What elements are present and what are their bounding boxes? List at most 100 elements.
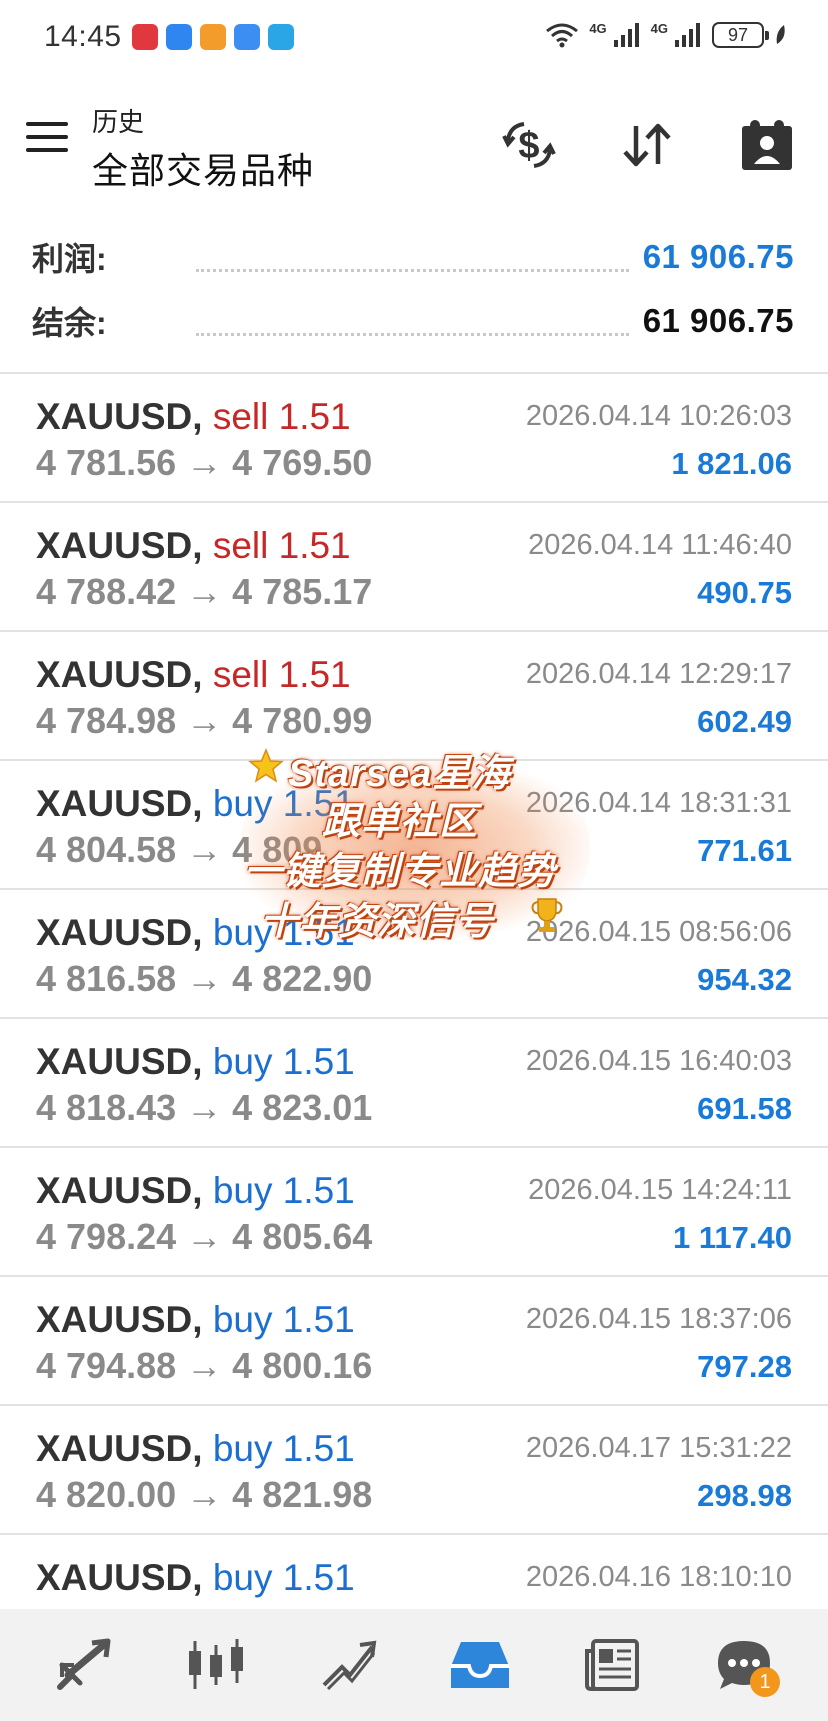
deal-volume: 1.51 [278,654,351,695]
messages-badge: 1 [750,1667,780,1697]
deal-row[interactable]: XAUUSD, buy 1.51 4 820.00 → 4 821.98 202… [0,1406,828,1535]
deal-type: buy [212,1557,273,1598]
deal-type: buy [212,1041,273,1082]
chart-icon[interactable] [176,1625,256,1705]
deal-row[interactable]: XAUUSD, buy 1.51 4 816.58 → 4 822.90 202… [0,890,828,1019]
deal-prices: 4 798.24 → 4 805.64 [36,1216,373,1257]
deal-list: XAUUSD, sell 1.51 4 781.56 → 4 769.50 20… [0,374,828,1664]
deal-profit: 797.28 [697,1349,792,1384]
profit-value: 61 906.75 [642,238,794,275]
deal-time: 2026.04.17 15:31:22 [525,1432,792,1464]
signal-type-label: 4G [589,20,607,36]
deal-profit: 1 821.06 [671,446,792,481]
signal-type-label: 4G [650,20,668,36]
deal-symbol: XAUUSD, buy 1.51 [36,783,355,824]
quotes-icon[interactable] [44,1625,124,1705]
leaf-icon [776,25,785,44]
deal-prices: 4 818.43 → 4 823.01 [36,1087,373,1128]
deal-volume: 1.51 [282,1041,355,1082]
history-summary: 利润: 61 906.75 结余: 61 906.75 [0,226,828,374]
deal-time: 2026.04.15 14:24:11 [528,1174,792,1206]
balance-label: 结余: [32,305,107,341]
deal-time: 2026.04.16 18:10:10 [525,1561,792,1593]
chat-app-icon [166,24,192,50]
cloud-app-icon [234,24,260,50]
currency-exchange-icon[interactable]: $ [498,114,560,176]
deal-symbol: XAUUSD, sell 1.51 [36,396,351,437]
dotted-leader [196,306,629,336]
deal-symbol: XAUUSD, buy 1.51 [36,912,355,953]
deal-profit: 602.49 [697,704,792,739]
profit-row: 利润: 61 906.75 [32,232,794,282]
deal-prices: 4 781.56 → 4 769.50 [36,442,373,483]
map-app-icon [268,24,294,50]
deal-time: 2026.04.14 18:31:31 [525,787,792,819]
status-time: 14:45 [44,20,122,53]
deal-volume: 1.51 [282,1299,355,1340]
deal-prices: 4 820.00 → 4 821.98 [36,1474,373,1515]
status-app-icons [132,24,294,50]
deal-row[interactable]: XAUUSD, sell 1.51 4 784.98 → 4 780.99 20… [0,632,828,761]
trade-icon[interactable] [308,1625,388,1705]
signal-bars-icon [675,23,700,47]
header-title[interactable]: 全部交易品种 [92,142,314,194]
app-header: 历史 全部交易品种 $ [0,88,828,198]
deal-time: 2026.04.15 08:56:06 [525,916,792,948]
deal-type: sell [212,396,269,437]
wifi-icon [546,23,579,48]
deal-row[interactable]: XAUUSD, sell 1.51 4 781.56 → 4 769.50 20… [0,374,828,503]
deal-symbol: XAUUSD, buy 1.51 [36,1170,355,1211]
deal-time: 2026.04.14 12:29:17 [525,658,792,690]
svg-text:$: $ [518,125,539,167]
status-bar: 14:45 4G 4G 97 [0,0,828,78]
deal-volume: 1.51 [282,783,355,824]
deal-row[interactable]: XAUUSD, buy 1.51 4 798.24 → 4 805.64 202… [0,1148,828,1277]
deal-profit: 490.75 [697,575,792,610]
bottom-navigation: 1 [0,1609,828,1721]
messages-icon[interactable]: 1 [704,1625,784,1705]
deal-volume: 1.51 [282,1170,355,1211]
deal-volume: 1.51 [282,1428,355,1469]
video-app-icon [200,24,226,50]
balance-value: 61 906.75 [642,302,794,339]
deal-profit: 298.98 [697,1478,792,1513]
balance-row: 结余: 61 906.75 [32,296,794,346]
deal-volume: 1.51 [282,1557,355,1598]
deal-type: sell [212,654,269,695]
battery-level: 97 [727,24,749,45]
deal-profit: 954.32 [697,962,792,997]
deal-time: 2026.04.15 18:37:06 [525,1303,792,1335]
deal-prices: 4 816.58 → 4 822.90 [36,958,373,999]
deal-row[interactable]: XAUUSD, buy 1.51 4 818.43 → 4 823.01 202… [0,1019,828,1148]
deal-symbol: XAUUSD, buy 1.51 [36,1428,355,1469]
deal-type: buy [212,1299,273,1340]
deal-symbol: XAUUSD, sell 1.51 [36,525,351,566]
history-icon[interactable] [440,1625,520,1705]
battery-indicator: 97 [712,22,769,48]
signal-bars-icon [613,23,639,47]
deal-time: 2026.04.15 16:40:03 [525,1045,792,1077]
profit-label: 利润: [32,241,107,277]
news-icon[interactable] [572,1625,652,1705]
deal-profit: 771.61 [697,833,792,868]
status-indicators: 4G 4G 97 [545,20,788,48]
deal-type: buy [212,1428,273,1469]
deal-symbol: XAUUSD, buy 1.51 [36,1041,355,1082]
deal-row[interactable]: XAUUSD, buy 1.51 4 804.58 → 4 809 2026.0… [0,761,828,890]
deal-prices: 4 784.98 → 4 780.99 [36,700,373,741]
deal-prices: 4 794.88 → 4 800.16 [36,1345,373,1386]
dotted-leader [196,242,629,272]
deal-row[interactable]: XAUUSD, buy 1.51 4 794.88 → 4 800.16 202… [0,1277,828,1406]
deal-volume: 1.51 [282,912,355,953]
deal-row[interactable]: XAUUSD, sell 1.51 4 788.42 → 4 785.17 20… [0,503,828,632]
menu-icon[interactable] [26,122,68,156]
deal-symbol: XAUUSD, sell 1.51 [36,654,351,695]
sort-icon[interactable] [616,114,678,176]
deal-prices: 4 804.58 → 4 809 [36,829,323,870]
deal-type: buy [212,1170,273,1211]
account-icon[interactable] [736,114,798,176]
deal-time: 2026.04.14 11:46:40 [528,529,792,561]
deal-type: buy [212,783,273,824]
deal-profit: 691.58 [697,1091,792,1126]
deal-type: buy [212,912,273,953]
